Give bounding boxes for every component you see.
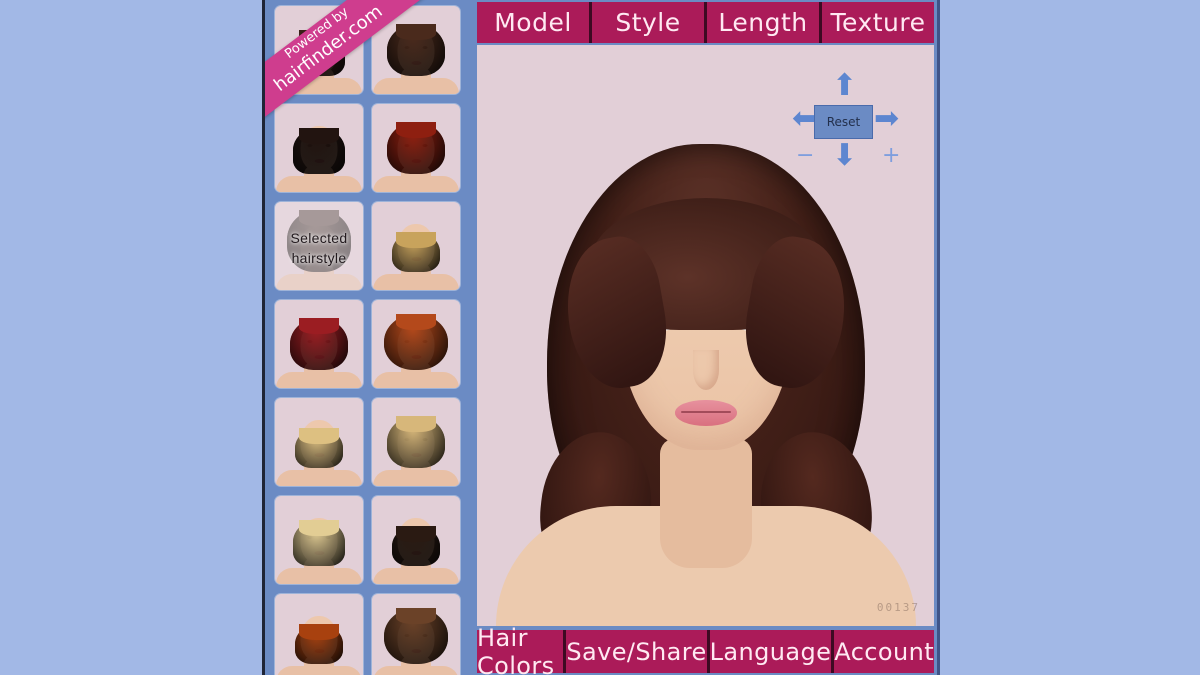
thumbnail-hair — [392, 526, 440, 566]
thumbnail-face — [372, 202, 460, 290]
thumbnail-hair — [295, 624, 343, 664]
thumbnail-face — [372, 398, 460, 486]
thumbnail-hair — [290, 318, 348, 370]
arrow-down-icon[interactable]: ⬇ — [832, 141, 857, 171]
thumbnail-face — [372, 496, 460, 584]
zoom-out-icon[interactable]: − — [796, 145, 814, 167]
hairstyle-thumbnail[interactable] — [275, 300, 363, 388]
selected-hairstyle-label: hairstyle — [291, 250, 347, 266]
thumbnail-face — [372, 300, 460, 388]
thumbnail-face — [275, 300, 363, 388]
arrow-right-icon[interactable]: ➡ — [874, 104, 899, 134]
hairstyle-thumbnail[interactable] — [372, 300, 460, 388]
thumbnail-hair — [387, 416, 445, 468]
account-button[interactable]: Account — [834, 630, 934, 673]
tab-style[interactable]: Style — [592, 2, 704, 43]
thumbnail-hair — [387, 24, 445, 76]
thumbnail-face — [275, 398, 363, 486]
arrow-up-icon[interactable]: ⬆ — [832, 71, 857, 101]
thumbnail-hair — [384, 314, 448, 370]
thumbnail-hair — [293, 520, 345, 566]
hairstyle-thumbnail[interactable] — [372, 104, 460, 192]
hairstyle-thumbnail-sidebar[interactable]: Selected hairstyle Powered by hairfinder.… — [265, 0, 472, 675]
model-lips — [674, 400, 737, 426]
save-share-button[interactable]: Save/Share — [566, 630, 707, 673]
model-neck — [659, 438, 752, 568]
hairstyle-thumbnail[interactable] — [275, 594, 363, 675]
thumbnail-face — [275, 104, 363, 192]
thumbnail-hair — [387, 122, 445, 174]
hairstyle-thumbnail[interactable] — [275, 398, 363, 486]
model-preview-canvas[interactable]: ⬆ ⬇ ⬅ ➡ Reset − + 00137 — [477, 45, 934, 626]
hairstyle-thumbnail[interactable] — [372, 594, 460, 675]
hairstyle-thumbnail[interactable] — [372, 496, 460, 584]
tab-texture[interactable]: Texture — [822, 2, 934, 43]
hair-colors-button[interactable]: Hair Colors — [477, 624, 564, 675]
tab-length[interactable]: Length — [707, 2, 819, 43]
bottom-button-bar: Hair Colors Save/Share Language Account — [477, 624, 934, 675]
thumbnail-face — [275, 496, 363, 584]
thumbnail-face — [275, 594, 363, 675]
navigation-controls: ⬆ ⬇ ⬅ ➡ Reset − + — [786, 65, 916, 180]
hairstyle-thumbnail[interactable] — [275, 496, 363, 584]
thumbnail-hair — [384, 608, 448, 664]
thumbnail-hair — [392, 232, 440, 272]
thumbnail-face — [372, 594, 460, 675]
thumbnail-hair — [295, 428, 343, 468]
hairstyle-thumbnail[interactable] — [372, 202, 460, 290]
model-hair-front — [589, 198, 822, 330]
hairstyle-thumbnail[interactable] — [275, 104, 363, 192]
reset-button[interactable]: Reset — [814, 105, 873, 139]
tab-model[interactable]: Model — [477, 2, 589, 43]
hairstyle-thumbnail[interactable]: Selected hairstyle — [275, 202, 363, 290]
top-tab-bar: Model Style Length Texture — [477, 2, 934, 43]
language-button[interactable]: Language — [709, 630, 832, 673]
model-nose — [693, 350, 719, 390]
thumbnail-grid: Selected hairstyle — [275, 6, 465, 675]
selected-hairstyle-label: Selected — [290, 230, 348, 246]
hairstyle-thumbnail[interactable] — [372, 398, 460, 486]
thumbnail-face — [372, 104, 460, 192]
hairstyle-app-window: Selected hairstyle Powered by hairfinder.… — [262, 0, 940, 675]
main-stage: Model Style Length Texture ⬆ ⬇ ⬅ ➡ Reset… — [472, 0, 937, 675]
image-watermark: 00137 — [876, 601, 920, 614]
zoom-in-icon[interactable]: + — [882, 145, 900, 167]
thumbnail-hair — [293, 128, 345, 174]
